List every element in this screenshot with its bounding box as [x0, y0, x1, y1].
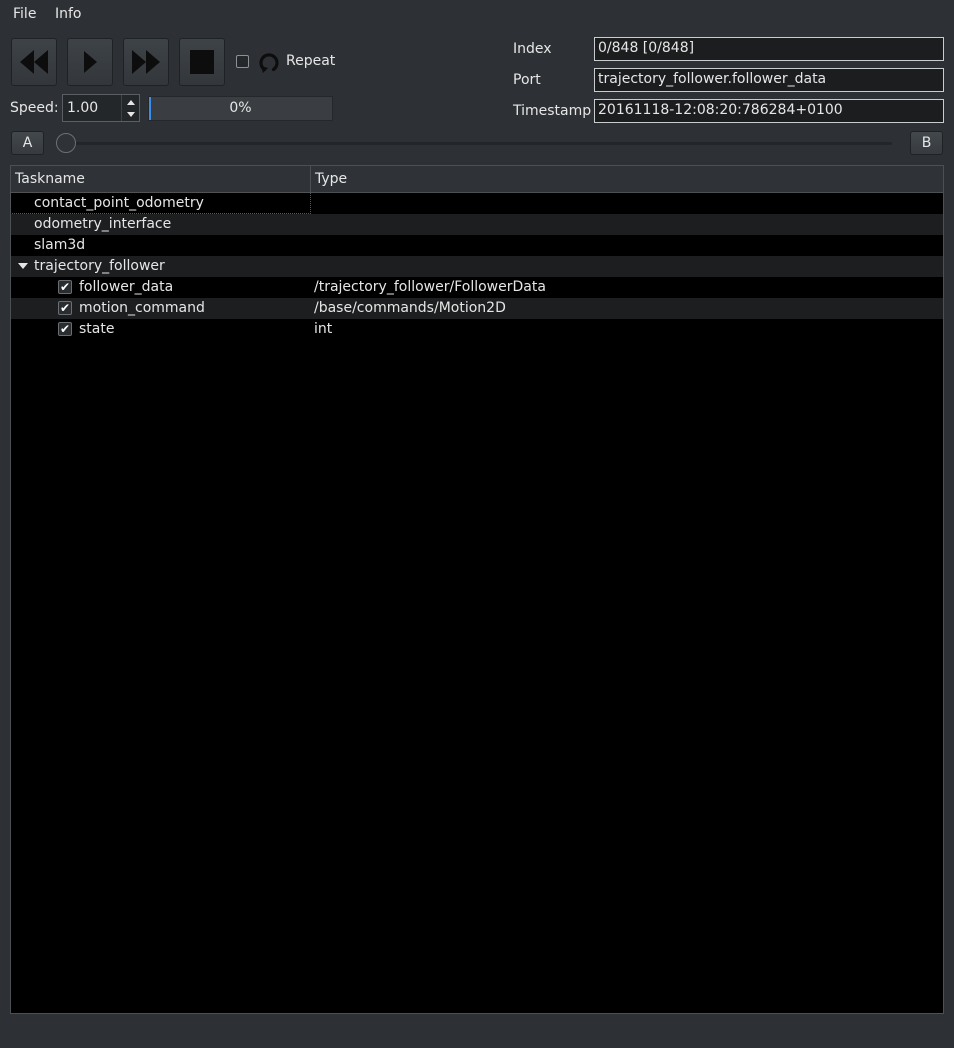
stop-button[interactable]: [179, 38, 225, 86]
port-type: /base/commands/Motion2D: [314, 300, 506, 316]
spin-up-icon[interactable]: [125, 98, 137, 106]
tree-row[interactable]: ✔ motion_command /base/commands/Motion2D: [11, 298, 943, 319]
speed-value: 1.00: [67, 100, 99, 116]
tree-row[interactable]: slam3d: [11, 235, 943, 256]
fast-forward-button[interactable]: [123, 38, 169, 86]
menu-bar: File Info: [0, 0, 954, 28]
port-checkbox[interactable]: ✔: [58, 280, 72, 294]
tree-row[interactable]: trajectory_follower: [11, 256, 943, 277]
port-name: state: [79, 321, 115, 337]
port-name: follower_data: [79, 279, 174, 295]
speed-label: Speed:: [10, 100, 59, 116]
progress-text: 0%: [229, 100, 252, 116]
task-tree[interactable]: Taskname Type contact_point_odometry odo…: [10, 165, 944, 1014]
tree-row[interactable]: ✔ follower_data /trajectory_follower/Fol…: [11, 277, 943, 298]
menu-info[interactable]: Info: [55, 6, 82, 22]
check-icon: ✔: [59, 301, 71, 315]
index-field[interactable]: 0/848 [0/848]: [594, 37, 944, 61]
task-name: contact_point_odometry: [34, 195, 204, 211]
timestamp-label: Timestamp: [513, 103, 592, 119]
port-checkbox[interactable]: ✔: [58, 301, 72, 315]
tree-row[interactable]: contact_point_odometry: [10, 192, 943, 214]
chevron-down-icon[interactable]: [18, 262, 28, 270]
play-icon: [84, 51, 97, 73]
task-name: trajectory_follower: [34, 258, 165, 274]
menu-file[interactable]: File: [13, 6, 36, 22]
repeat-label: Repeat: [286, 53, 336, 69]
position-slider-handle[interactable]: [56, 133, 76, 153]
tree-row[interactable]: odometry_interface: [11, 214, 943, 235]
b-button-label: B: [921, 135, 932, 151]
speed-spinbox[interactable]: 1.00: [62, 94, 140, 122]
check-icon: ✔: [59, 280, 71, 294]
port-checkbox[interactable]: ✔: [58, 322, 72, 336]
task-name: slam3d: [34, 237, 86, 253]
fast-forward-icon: [132, 50, 160, 74]
port-field[interactable]: trajectory_follower.follower_data: [594, 68, 944, 92]
position-slider-track[interactable]: [58, 142, 892, 145]
tree-header: Taskname Type: [11, 166, 943, 193]
spinbox-divider: [121, 95, 122, 121]
port-type: int: [314, 321, 333, 337]
task-name: odometry_interface: [34, 216, 172, 232]
index-label: Index: [513, 41, 552, 57]
timestamp-field[interactable]: 20161118-12:08:20:786284+0100: [594, 99, 944, 123]
repeat-icon: [259, 53, 279, 73]
a-button[interactable]: A: [11, 131, 44, 155]
b-button[interactable]: B: [910, 131, 943, 155]
a-button-label: A: [22, 135, 33, 151]
repeat-checkbox[interactable]: [236, 55, 249, 68]
port-name: motion_command: [79, 300, 205, 316]
port-type: /trajectory_follower/FollowerData: [314, 279, 546, 295]
rewind-icon: [20, 50, 48, 74]
column-taskname[interactable]: Taskname: [15, 171, 85, 187]
port-label: Port: [513, 72, 541, 88]
column-type[interactable]: Type: [315, 171, 347, 187]
progress-bar: 0%: [148, 96, 333, 121]
check-icon: ✔: [59, 322, 71, 336]
rewind-button[interactable]: [11, 38, 57, 86]
spin-down-icon[interactable]: [125, 111, 137, 119]
play-button[interactable]: [67, 38, 113, 86]
tree-row[interactable]: ✔ state int: [11, 319, 943, 340]
stop-icon: [190, 50, 214, 74]
status-bar: [0, 1016, 954, 1048]
header-separator: [310, 166, 311, 192]
